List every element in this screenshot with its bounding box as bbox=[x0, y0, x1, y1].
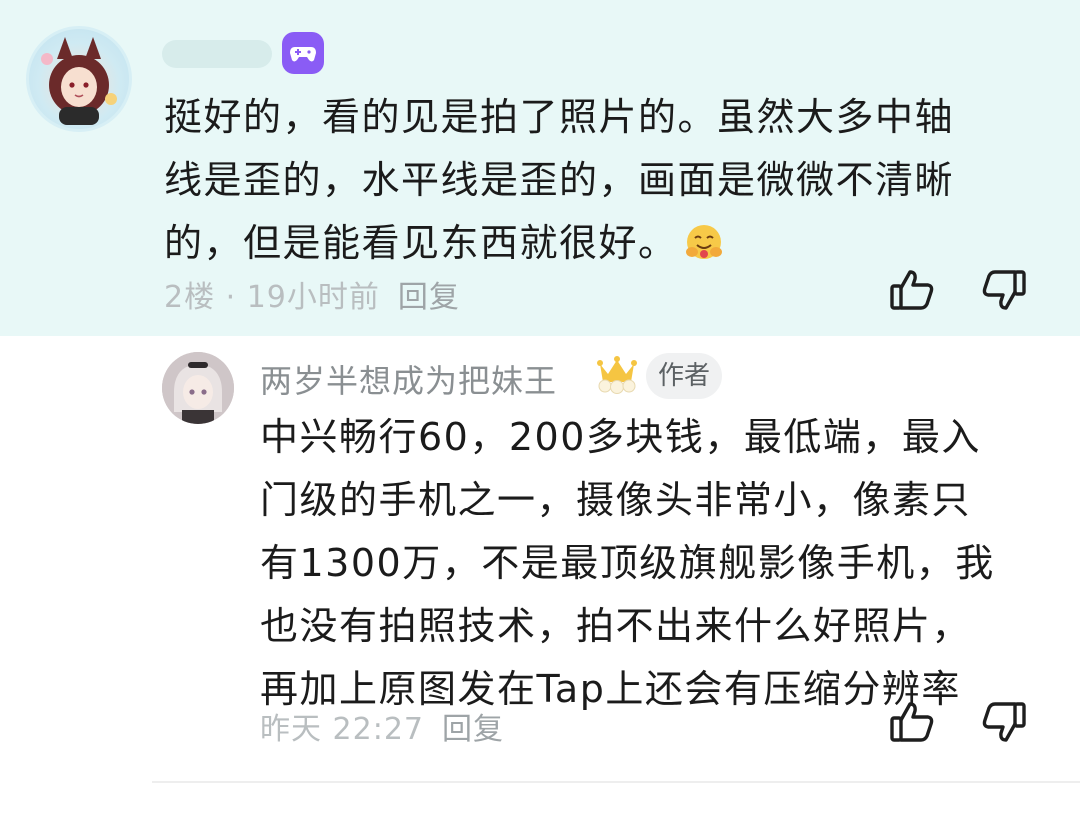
avatar[interactable] bbox=[26, 26, 132, 132]
reply-line: 也没有拍照技术，拍不出来什么好照片， bbox=[260, 604, 972, 648]
floor-time: 2楼 · 19小时前 bbox=[164, 280, 380, 315]
highlighted-comment: 挺好的，看的见是拍了照片的。虽然大多中轴 线是歪的，水平线是歪的，画面是微微不清… bbox=[0, 0, 1080, 336]
avatar[interactable] bbox=[162, 352, 234, 424]
thumbs-down-icon[interactable] bbox=[980, 698, 1028, 746]
reply-text: 中兴畅行60，200多块钱，最低端，最入 门级的手机之一，摄像头非常小，像素只 … bbox=[260, 406, 1020, 721]
comment-line: 挺好的，看的见是拍了照片的。虽然大多中轴 bbox=[164, 95, 955, 139]
crown-icon bbox=[594, 354, 640, 394]
comment-line-text: 的，但是能看见东西就很好。 bbox=[164, 221, 678, 265]
reply-button[interactable]: 回复 bbox=[442, 712, 504, 747]
thumbs-down-icon[interactable] bbox=[980, 266, 1028, 314]
reply-meta: 昨天 22:27 回复 bbox=[260, 704, 504, 748]
reply-time: 昨天 22:27 bbox=[260, 712, 424, 747]
thumbs-up-icon[interactable] bbox=[888, 266, 936, 314]
reply-line: 有1300万，不是最顶级旗舰影像手机，我 bbox=[260, 541, 995, 585]
reply-line: 中兴畅行60，200多块钱，最低端，最入 bbox=[260, 415, 981, 459]
username[interactable]: 两岁半想成为把妹王 bbox=[260, 356, 557, 402]
thumbs-up-icon[interactable] bbox=[888, 698, 936, 746]
blurred-username bbox=[162, 40, 272, 68]
hugging-face-emoji-icon bbox=[684, 218, 724, 259]
reply-line: 门级的手机之一，摄像头非常小，像素只 bbox=[260, 478, 972, 522]
comment-line: 线是歪的，水平线是歪的，画面是微微不清晰 bbox=[164, 158, 955, 202]
reply-button[interactable]: 回复 bbox=[398, 280, 460, 315]
divider bbox=[152, 781, 1080, 783]
gamepad-icon bbox=[282, 32, 324, 74]
author-badge: 作者 bbox=[646, 353, 723, 399]
comment-text: 挺好的，看的见是拍了照片的。虽然大多中轴 线是歪的，水平线是歪的，画面是微微不清… bbox=[164, 86, 1024, 275]
comment-meta: 2楼 · 19小时前 回复 bbox=[164, 272, 460, 316]
